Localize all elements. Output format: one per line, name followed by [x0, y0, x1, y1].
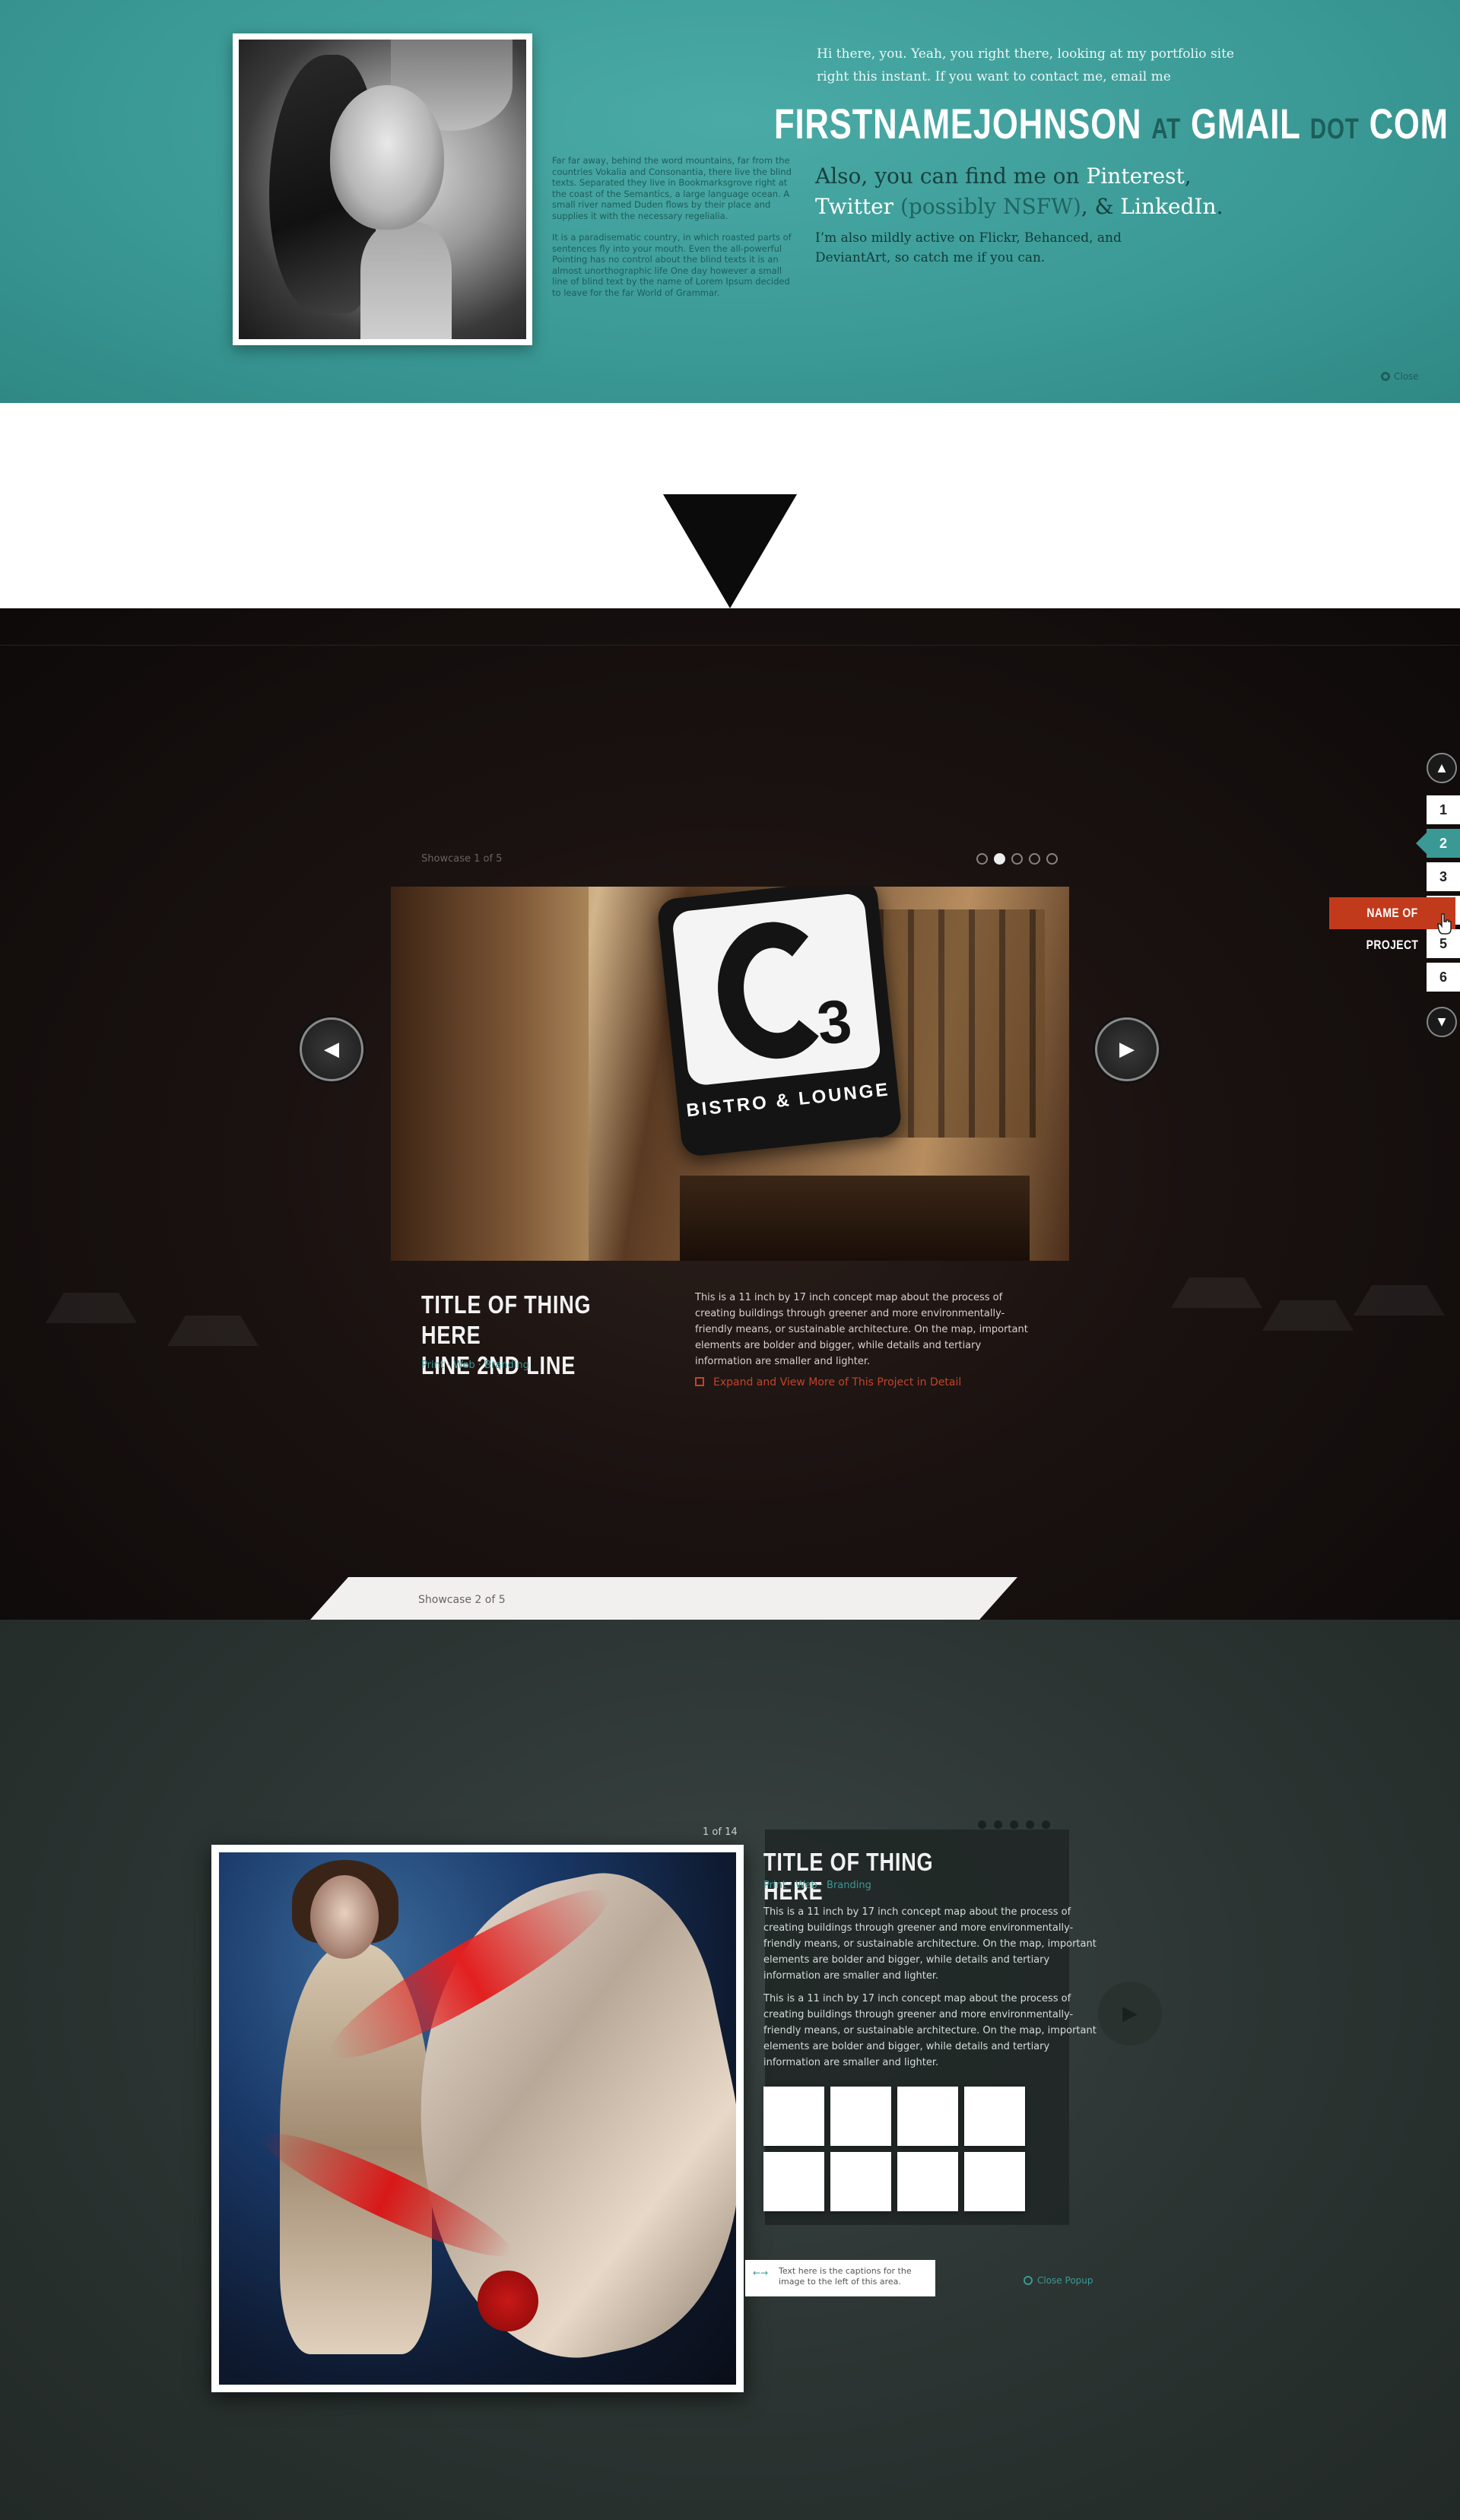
popup-description-2: This is a 11 inch by 17 inch concept map…	[763, 1993, 1097, 2068]
sign-text: BISTRO & LOUNGE	[685, 1079, 891, 1122]
pinterest-link[interactable]: Pinterest	[1086, 163, 1184, 189]
external-link-icon	[695, 1377, 704, 1386]
thumbnail[interactable]	[964, 2152, 1025, 2211]
popup-photo[interactable]	[219, 1852, 736, 2385]
project-image[interactable]: 3 BISTRO & LOUNGE	[391, 887, 1069, 1261]
thumbnail[interactable]	[830, 2152, 891, 2211]
punctuation: .	[1216, 194, 1224, 219]
popup-description-1: This is a 11 inch by 17 inch concept map…	[763, 1906, 1097, 1982]
showcase-counter: Showcase 1 of 5	[421, 853, 503, 865]
email-name: FIRSTNAMEJOHNSON	[774, 100, 1142, 148]
arrow-right-icon: ▶	[1119, 1038, 1135, 1061]
arrows-icon: ←→	[753, 2268, 769, 2278]
arrow-left-icon: ◀	[324, 1038, 339, 1061]
social-links-text: Also, you can find me on Pinterest, Twit…	[815, 161, 1287, 222]
arrow-right-icon: ▶	[1122, 2002, 1138, 2025]
showcase-2-tab[interactable]	[310, 1577, 1017, 1620]
next-slide-button[interactable]: ▶	[1095, 1017, 1159, 1081]
close-popup-button[interactable]: Close Popup	[1024, 2275, 1093, 2286]
expand-project-link[interactable]: Expand and View More of This Project in …	[695, 1376, 961, 1389]
close-label: Close	[1394, 371, 1419, 382]
pager-item[interactable]: 1	[1427, 795, 1460, 824]
pager-item[interactable]: 2	[1416, 829, 1460, 858]
slide-dot[interactable]	[1046, 853, 1058, 865]
slide-dot[interactable]	[1029, 853, 1040, 865]
thumbnail[interactable]	[830, 2087, 891, 2146]
pager-item[interactable]: 3	[1427, 862, 1460, 891]
greeting-text: Hi there, you. Yeah, you right there, lo…	[817, 46, 1234, 84]
slide-dot[interactable]	[976, 853, 988, 865]
contact-section: Far far away, behind the word mountains,…	[0, 0, 1460, 403]
about-paragraph-2: It is a paradisematic country, in which …	[552, 232, 792, 298]
slide-dot-active[interactable]	[994, 853, 1005, 865]
pager-down-button[interactable]: ▼	[1427, 1007, 1457, 1037]
close-icon	[1024, 2276, 1033, 2285]
email-dot: DOT	[1309, 113, 1360, 145]
close-contact-button[interactable]: Close	[1381, 371, 1419, 382]
slide-dots	[976, 853, 1058, 865]
image-counter: 1 of 14	[703, 1827, 738, 1838]
popup-tags: Print · Web · Branding	[763, 1880, 871, 1891]
nsfw-note: (possibly NSFW)	[900, 194, 1081, 219]
email-address[interactable]: FIRSTNAMEJOHNSON AT GMAIL DOT COM	[774, 99, 1448, 148]
punctuation: ,	[1184, 163, 1192, 189]
thumbnail[interactable]	[964, 2087, 1025, 2146]
punctuation: , &	[1081, 194, 1114, 219]
arrow-up-icon: ▲	[1437, 762, 1446, 774]
popup-title: TITLE OF THING HERE	[763, 1848, 934, 1905]
gear-icon	[1381, 372, 1390, 381]
thumbnail[interactable]	[763, 2087, 824, 2146]
project-description: This is a 11 inch by 17 inch concept map…	[695, 1292, 1028, 1367]
email-domain: GMAIL	[1190, 100, 1300, 148]
title-line-1: TITLE OF THING HERE	[421, 1290, 592, 1349]
showcase-1-section: Showcase 1 of 5 3 BISTRO & LOUNGE ◀ ▶ TI…	[0, 608, 1460, 1620]
next-image-button[interactable]: ▶	[1098, 1982, 1162, 2046]
portrait-photo	[239, 40, 526, 339]
popup-image-frame	[211, 1845, 744, 2392]
portrait-frame	[233, 33, 532, 345]
thumbnail[interactable]	[897, 2087, 958, 2146]
thumbnail[interactable]	[763, 2152, 824, 2211]
bistro-sign: 3 BISTRO & LOUNGE	[656, 887, 903, 1158]
image-caption: ←→ Text here is the captions for the ima…	[745, 2260, 935, 2296]
showcase-2-tab-label: Showcase 2 of 5	[418, 1594, 506, 1606]
expand-label: Expand and View More of This Project in …	[713, 1376, 962, 1389]
other-sites-text: I’m also mildly active on Flickr, Behanc…	[815, 230, 1122, 265]
email-at: AT	[1151, 113, 1182, 145]
slide-dot[interactable]	[1011, 853, 1023, 865]
prev-slide-button[interactable]: ◀	[300, 1017, 363, 1081]
thumbnail-grid	[763, 2087, 1090, 2211]
close-popup-label: Close Popup	[1037, 2275, 1093, 2286]
twitter-link[interactable]: Twitter	[815, 194, 893, 219]
showcase-2-section: 1 of 14 TITLE OF THING HERE Print · Web …	[0, 1620, 1460, 2520]
caption-text: Text here is the captions for the image …	[779, 2266, 912, 2287]
pager-up-button[interactable]: ▲	[1427, 753, 1457, 783]
tooltip-label: NAME OF PROJECT	[1366, 906, 1419, 952]
slide-dots	[978, 1820, 1050, 1829]
about-paragraph-1: Far far away, behind the word mountains,…	[552, 155, 792, 221]
about-text: Far far away, behind the word mountains,…	[552, 155, 792, 309]
down-arrow-icon	[663, 494, 797, 608]
arrow-down-icon: ▼	[1437, 1016, 1446, 1028]
project-tags: Print · Web · Branding	[421, 1360, 529, 1371]
email-tld: COM	[1369, 100, 1449, 148]
sign-number: 3	[814, 986, 855, 1058]
linkedin-link[interactable]: LinkedIn	[1120, 194, 1216, 219]
thumbnail[interactable]	[897, 2152, 958, 2211]
pager-item[interactable]: 6	[1427, 963, 1460, 992]
hand-cursor-icon	[1437, 913, 1452, 935]
social-prefix: Also, you can find me on	[815, 163, 1080, 189]
